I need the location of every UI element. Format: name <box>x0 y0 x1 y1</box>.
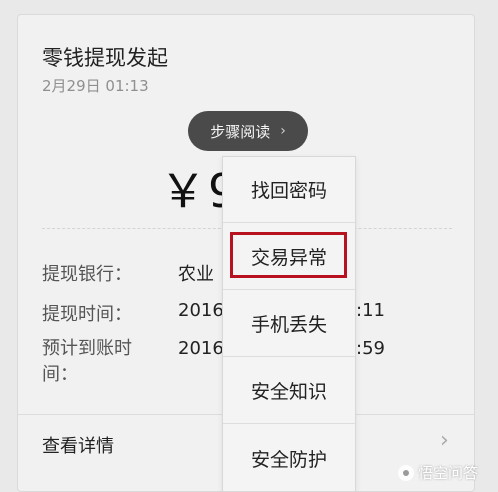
popup-menu: 找回密码 交易异常 手机丢失 安全知识 安全防护 <box>222 156 356 492</box>
menu-item-security-knowledge[interactable]: 安全知识 <box>223 358 355 424</box>
page-title: 零钱提现发起 <box>42 46 168 70</box>
menu-item-label: 安全知识 <box>250 381 327 403</box>
arrival-time-suffix: :59 <box>356 338 385 359</box>
wukong-logo-icon <box>398 464 414 481</box>
menu-item-recover-password[interactable]: 找回密码 <box>223 157 355 223</box>
bank-label: 提现银行： <box>42 264 132 285</box>
step-reading-button[interactable]: 步骤阅读 › <box>188 111 308 151</box>
chevron-right-icon: › <box>280 123 286 139</box>
withdraw-time-suffix: :11 <box>356 300 385 321</box>
screenshot-page: 零钱提现发起 2月29日 01:13 步骤阅读 › ￥9 提现银行： 农业 提现… <box>0 0 498 492</box>
watermark: 悟空问答 <box>398 462 478 483</box>
menu-item-label: 安全防护 <box>250 448 327 471</box>
watermark-text: 悟空问答 <box>418 464 479 482</box>
menu-item-security-protection[interactable]: 安全防护 <box>223 425 355 491</box>
chevron-right-icon[interactable]: › <box>440 428 449 453</box>
bank-value: 农业 <box>178 264 214 285</box>
highlight-box <box>230 232 347 278</box>
withdraw-time-value: 2016 <box>178 300 224 321</box>
arrival-time-value: 2016 <box>178 338 224 359</box>
menu-item-phone-lost[interactable]: 手机丢失 <box>223 291 355 357</box>
menu-item-label: 找回密码 <box>250 180 327 202</box>
withdraw-time-label: 提现时间： <box>42 304 132 325</box>
step-reading-label: 步骤阅读 <box>210 122 271 141</box>
menu-item-label: 手机丢失 <box>250 314 327 336</box>
transaction-time: 2月29日 01:13 <box>42 77 149 95</box>
arrival-time-label: 预计到账时间： <box>42 338 132 385</box>
view-details-link[interactable]: 查看详情 <box>42 432 114 458</box>
